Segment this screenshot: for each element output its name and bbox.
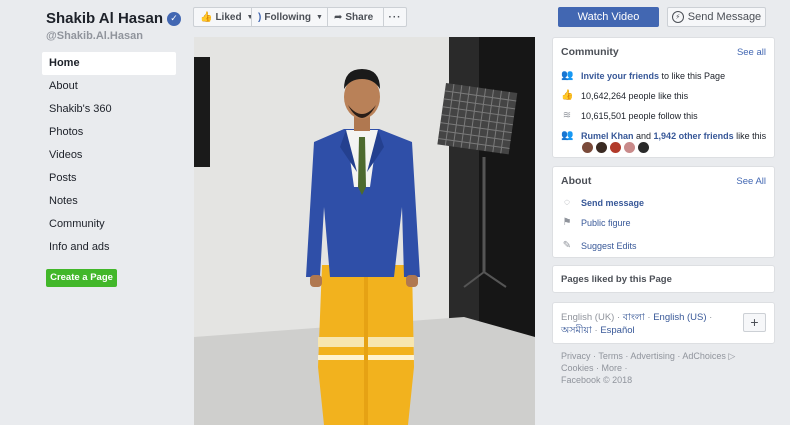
- likes-row: 👍 10,642,264 people like this: [561, 90, 688, 101]
- invite-friends-row: 👥 Invite your friends to like this Page: [561, 70, 725, 81]
- footer-copyright: Facebook © 2018: [561, 375, 633, 385]
- likes-count: 10,642,264 people like this: [581, 90, 689, 101]
- about-send-message-link[interactable]: Send message: [581, 198, 644, 208]
- following-button[interactable]: ) Following ▼: [251, 7, 328, 27]
- thumbs-up-icon: 👍: [561, 90, 574, 101]
- invite-friends-link[interactable]: Invite your friends: [581, 71, 659, 81]
- photo-illustration: [194, 37, 535, 425]
- verified-badge-icon: ✓: [166, 11, 181, 26]
- chevron-down-icon: ▼: [316, 13, 323, 21]
- about-title: About: [561, 175, 592, 187]
- send-message-row: ◌ Send message: [561, 197, 644, 208]
- nav-item-notes[interactable]: Notes: [42, 190, 176, 213]
- language-link-assamese[interactable]: অসমীয়া: [561, 325, 592, 336]
- category-row: ⚑ Public figure: [561, 217, 631, 228]
- friend-avatars: [582, 142, 649, 153]
- friends-like-row: 👥 Rumel Khan and 1,942 other friends lik…: [561, 130, 766, 141]
- nav-item-videos[interactable]: Videos: [42, 144, 176, 167]
- liked-label: Liked: [215, 11, 242, 23]
- footer: Privacy · Terms · Advertising · AdChoice…: [561, 350, 771, 386]
- community-title: Community: [561, 46, 619, 58]
- create-page-button[interactable]: Create a Page: [46, 269, 117, 287]
- page-name[interactable]: Shakib Al Hasan: [46, 10, 163, 27]
- friends-icon: 👥: [561, 70, 574, 81]
- rss-icon: ): [258, 11, 262, 23]
- other-friends-link[interactable]: 1,942 other friends: [654, 131, 734, 141]
- share-label: Share: [345, 11, 374, 23]
- current-language: English (UK): [561, 312, 615, 323]
- community-see-all-link[interactable]: See all: [737, 47, 766, 58]
- invite-text: Invite your friends to like this Page: [581, 71, 725, 81]
- add-language-button[interactable]: +: [743, 313, 766, 332]
- language-link-english-us[interactable]: English (US): [653, 312, 706, 323]
- page-title[interactable]: Shakib Al Hasan ✓: [46, 10, 181, 27]
- liked-button[interactable]: 👍 Liked ▼: [193, 7, 254, 27]
- thumbs-up-icon: 👍: [200, 11, 213, 23]
- send-message-button[interactable]: ⚡ Send Message: [667, 7, 766, 27]
- avatar[interactable]: [596, 142, 607, 153]
- watch-video-button[interactable]: Watch Video: [558, 7, 659, 27]
- footer-links-2[interactable]: Cookies · More ·: [561, 362, 771, 374]
- messenger-icon: ◌: [564, 197, 570, 208]
- nav-item-posts[interactable]: Posts: [42, 167, 176, 190]
- separator: ·: [614, 312, 623, 323]
- nav-item-about[interactable]: About: [42, 75, 176, 98]
- send-message-label: Send Message: [687, 11, 762, 23]
- invite-rest: to like this Page: [659, 70, 726, 81]
- cover-photo[interactable]: [194, 37, 535, 425]
- friends-icon: 👥: [561, 130, 574, 141]
- friends-like-text: Rumel Khan and 1,942 other friends like …: [581, 131, 766, 141]
- avatar[interactable]: [610, 142, 621, 153]
- follows-row: ≋ 10,615,501 people follow this: [561, 110, 698, 121]
- page-nav: Home About Shakib's 360 Photos Videos Po…: [42, 52, 176, 259]
- pages-liked-title: Pages liked by this Page: [561, 274, 672, 285]
- rss-icon: ≋: [562, 110, 572, 121]
- messenger-icon: ⚡: [671, 11, 684, 23]
- nav-item-info-ads[interactable]: Info and ads: [42, 236, 176, 259]
- community-card: Community See all 👥 Invite your friends …: [552, 37, 775, 158]
- more-options-button[interactable]: ···: [383, 7, 407, 27]
- share-button[interactable]: ➦ Share: [327, 7, 384, 27]
- left-column: Shakib Al Hasan ✓ @Shakib.Al.Hasan Home …: [0, 0, 185, 425]
- page-handle[interactable]: @Shakib.Al.Hasan: [46, 30, 143, 42]
- footer-links-1[interactable]: Privacy · Terms · Advertising · AdChoice…: [561, 350, 771, 362]
- pencil-icon: ✎: [562, 240, 572, 251]
- separator: ·: [706, 312, 713, 323]
- pages-liked-card: Pages liked by this Page: [552, 265, 775, 293]
- avatar[interactable]: [624, 142, 635, 153]
- suggest-edits-link[interactable]: Suggest Edits: [581, 241, 637, 251]
- language-card: English (UK) · বাংলা · English (US) · অস…: [552, 302, 775, 344]
- separator: ·: [644, 312, 654, 323]
- nav-item-photos[interactable]: Photos: [42, 121, 176, 144]
- share-arrow-icon: ➦: [334, 11, 343, 23]
- suggest-edits-row: ✎ Suggest Edits: [561, 240, 637, 251]
- friend-and: and: [633, 130, 654, 141]
- friend-name-link[interactable]: Rumel Khan: [581, 131, 634, 141]
- category-link[interactable]: Public figure: [581, 218, 631, 228]
- language-link-bangla[interactable]: বাংলা: [623, 312, 645, 323]
- flag-icon: ⚑: [562, 217, 572, 228]
- language-link-espanol[interactable]: Español: [600, 325, 634, 336]
- about-card: About See All ◌ Send message ⚑ Public fi…: [552, 166, 775, 258]
- following-label: Following: [264, 11, 311, 23]
- nav-item-home[interactable]: Home: [42, 52, 176, 75]
- nav-item-community[interactable]: Community: [42, 213, 176, 236]
- language-list: English (UK) · বাংলা · English (US) · অস…: [561, 311, 736, 337]
- follows-count: 10,615,501 people follow this: [581, 110, 698, 121]
- action-bar: 👍 Liked ▼ ) Following ▼ ➦ Share ··· Watc…: [185, 0, 790, 35]
- about-see-all-link[interactable]: See All: [736, 176, 766, 187]
- avatar[interactable]: [582, 142, 593, 153]
- avatar[interactable]: [638, 142, 649, 153]
- nav-item-360[interactable]: Shakib's 360: [42, 98, 176, 121]
- friend-rest: like this: [733, 130, 767, 141]
